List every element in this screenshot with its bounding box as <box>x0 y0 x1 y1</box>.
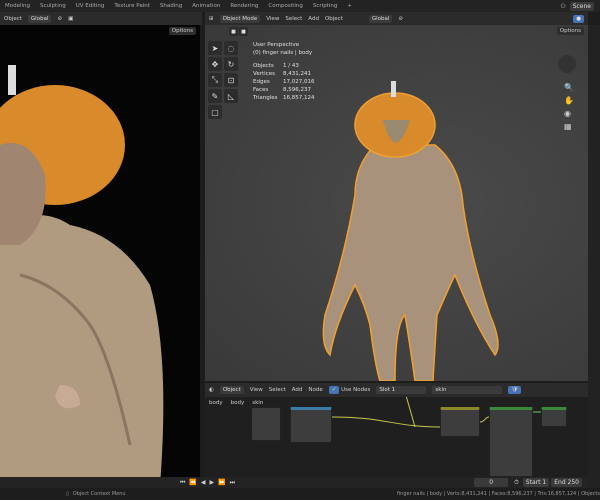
menu-select[interactable]: Select <box>285 16 302 22</box>
properties-tabs[interactable] <box>588 25 600 488</box>
zoom-icon[interactable]: 🔍 <box>564 83 574 92</box>
current-frame[interactable]: 0 <box>474 478 509 487</box>
playback-controls: ⏮ ⏪ ◀ ▶ ⏩ ⏭ <box>180 479 235 487</box>
navigation-gizmo[interactable] <box>558 55 576 73</box>
scene-selector[interactable]: Scene <box>569 1 594 11</box>
next-keyframe-icon[interactable]: ⏩ <box>218 479 225 487</box>
workspace-tab[interactable]: Shading <box>155 3 187 9</box>
workspace-tab[interactable]: Sculpting <box>35 3 71 9</box>
menu-node[interactable]: Node <box>308 387 322 393</box>
workspace-tab[interactable]: + <box>342 3 357 9</box>
prev-keyframe-icon[interactable]: ⏪ <box>189 479 196 487</box>
timeline: ⏮ ⏪ ◀ ▶ ⏩ ⏭ 0 ⏱ Start 1 End 250 <box>0 477 588 488</box>
3d-viewport[interactable]: ■ ■ Options ➤ ◌ ✥ ↻ ⤡ ⊡ ✎ ◺ ▢ User Persp… <box>205 25 588 381</box>
left-viewport-header: Object Global ⊘ ▣ <box>0 12 202 25</box>
status-hint: Object Context Menu <box>72 491 126 497</box>
node-editor-header: ◐ Object View Select Add Node ✓ Use Node… <box>205 383 588 397</box>
play-icon[interactable]: ▶ <box>210 479 215 487</box>
workspace-tab[interactable]: Rendering <box>225 3 263 9</box>
menu-add[interactable]: Add <box>292 387 303 393</box>
grid-icon[interactable]: ▦ <box>564 122 574 131</box>
status-bar: ▯ Object Context Menu finger nails | bod… <box>0 488 600 500</box>
end-frame-field[interactable]: End 250 <box>551 478 582 487</box>
snap-icon[interactable]: ⊘ <box>57 16 62 22</box>
menu-select[interactable]: Select <box>269 387 286 393</box>
menu-view[interactable]: View <box>266 16 279 22</box>
scene-icon[interactable]: ⚇ <box>560 3 565 10</box>
workspace-tabs: Modeling Sculpting UV Editing Texture Paint… <box>0 0 600 12</box>
workspace-tab[interactable]: Animation <box>187 3 225 9</box>
camera-icon[interactable]: ◉ <box>564 109 574 118</box>
workspace-tab[interactable]: UV Editing <box>71 3 110 9</box>
scene-statistics: finger nails | body | Verts:8,431,241 | … <box>397 491 600 497</box>
workspace-tab[interactable]: Texture Paint <box>109 3 155 9</box>
right-viewport-header: ⊞ Object Mode View Select Add Object Glo… <box>205 12 588 25</box>
material-selector[interactable]: skin <box>432 386 503 394</box>
use-nodes-checkbox[interactable]: ✓ Use Nodes <box>328 386 371 394</box>
creature-model <box>322 81 499 381</box>
workspace-tab[interactable]: Modeling <box>0 3 35 9</box>
mode-selector[interactable]: Object <box>4 16 22 22</box>
menu-add[interactable]: Add <box>308 16 319 22</box>
jump-start-icon[interactable]: ⏮ <box>180 479 185 487</box>
editor-type-icon[interactable]: ⊞ <box>209 16 214 22</box>
orientation-selector[interactable]: Global <box>27 14 52 23</box>
fake-user-icon[interactable]: 🛡 <box>508 386 522 394</box>
end-value: 250 <box>567 479 579 486</box>
stopwatch-icon[interactable]: ⏱ <box>514 479 519 487</box>
creature-render <box>0 65 164 485</box>
slot-selector[interactable]: Slot 1 <box>376 386 427 394</box>
start-frame-field[interactable]: Start 1 <box>522 478 550 487</box>
jump-end-icon[interactable]: ⏭ <box>230 479 235 487</box>
render-viewport[interactable]: Options <box>0 25 200 485</box>
overlay-icon[interactable]: ▣ <box>68 16 73 22</box>
play-reverse-icon[interactable]: ◀ <box>201 479 206 487</box>
shading-solid-icon[interactable]: ● <box>573 14 584 23</box>
workspace-tab[interactable]: Compositing <box>263 3 307 9</box>
end-label: End <box>554 479 566 486</box>
node-type-selector[interactable]: Object <box>219 386 244 394</box>
mouse-icon: ▯ <box>66 491 69 497</box>
use-nodes-label: Use Nodes <box>341 387 371 393</box>
node-links <box>331 397 541 428</box>
start-value: 1 <box>542 479 547 486</box>
check-icon: ✓ <box>328 386 340 394</box>
node-canvas[interactable]: body body skin <box>205 397 588 477</box>
start-label: Start <box>525 479 541 486</box>
workspace-tab[interactable]: Scripting <box>308 3 342 9</box>
menu-object[interactable]: Object <box>325 16 343 22</box>
menu-view[interactable]: View <box>250 387 263 393</box>
orientation-selector[interactable]: Global <box>368 14 393 23</box>
snap-icon[interactable]: ⊘ <box>398 16 403 22</box>
pan-hand-icon[interactable]: ✋ <box>564 96 574 105</box>
editor-type-icon[interactable]: ◐ <box>209 387 214 393</box>
mode-selector[interactable]: Object Mode <box>219 14 261 23</box>
